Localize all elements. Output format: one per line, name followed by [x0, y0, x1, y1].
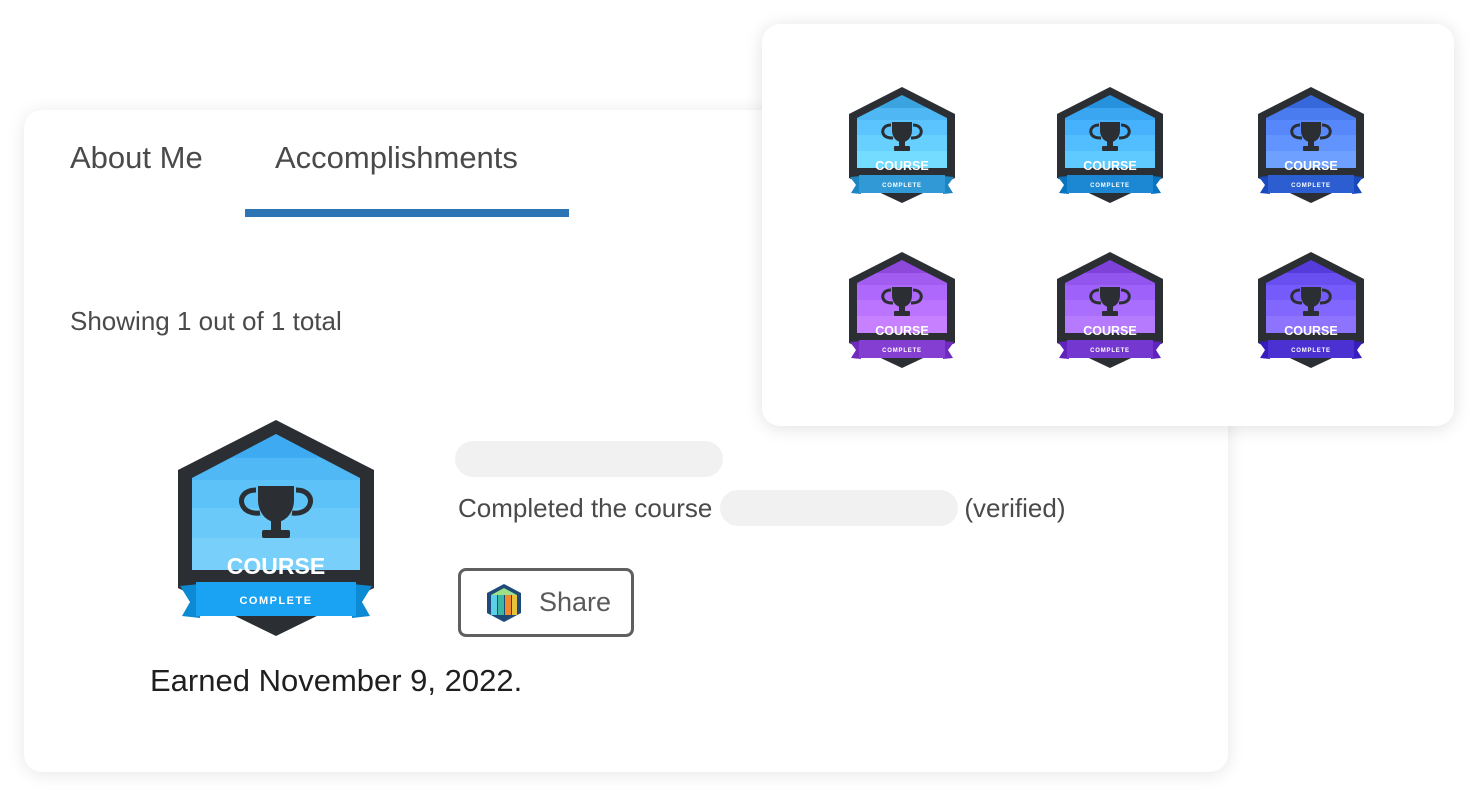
active-tab-indicator: [245, 209, 569, 217]
badge-ribbon-text: COMPLETE: [1291, 183, 1331, 189]
badge-title: COURSE: [875, 324, 928, 338]
badge-title: COURSE: [1284, 159, 1337, 173]
redacted-name-placeholder: [455, 441, 723, 477]
badge-title: COURSE: [875, 159, 928, 173]
share-button[interactable]: Share: [458, 568, 634, 637]
badge-ribbon-text: COMPLETE: [1090, 183, 1130, 189]
gallery-badge: COURSE COMPLETE: [849, 87, 955, 203]
tab-accomplishments[interactable]: Accomplishments: [275, 140, 518, 176]
badge-ribbon-text: COMPLETE: [1291, 348, 1331, 354]
gallery-badge: COURSE COMPLETE: [1057, 87, 1163, 203]
badge-title: COURSE: [1284, 324, 1337, 338]
badge-title: COURSE: [227, 553, 325, 579]
gallery-badge: COURSE COMPLETE: [849, 252, 955, 368]
badge-gallery-card: COURSE COMPLETE COURSE COMPLETE COURSE C…: [762, 24, 1454, 426]
course-complete-badge: COURSE COMPLETE: [178, 420, 374, 636]
badge-ribbon-text: COMPLETE: [882, 183, 922, 189]
earned-date: Earned November 9, 2022.: [150, 663, 523, 698]
completed-course-line: Completed the course (verified): [458, 488, 1066, 528]
share-label: Share: [539, 587, 612, 617]
tab-about-me[interactable]: About Me: [70, 140, 203, 176]
gallery-badge: COURSE COMPLETE: [1057, 252, 1163, 368]
badge-ribbon-text: COMPLETE: [239, 595, 312, 607]
results-count: Showing 1 out of 1 total: [70, 306, 342, 336]
badge-ribbon-text: COMPLETE: [1090, 348, 1130, 354]
gallery-badge: COURSE COMPLETE: [1258, 87, 1364, 203]
verified-label: (verified): [964, 492, 1066, 523]
badge-title: COURSE: [1083, 324, 1136, 338]
badge-ribbon-text: COMPLETE: [882, 348, 922, 354]
share-logo-icon: [487, 583, 521, 622]
completed-prefix: Completed the course: [458, 492, 713, 523]
redacted-course-placeholder: [720, 490, 959, 526]
gallery-badge: COURSE COMPLETE: [1258, 252, 1364, 368]
badge-title: COURSE: [1083, 159, 1136, 173]
